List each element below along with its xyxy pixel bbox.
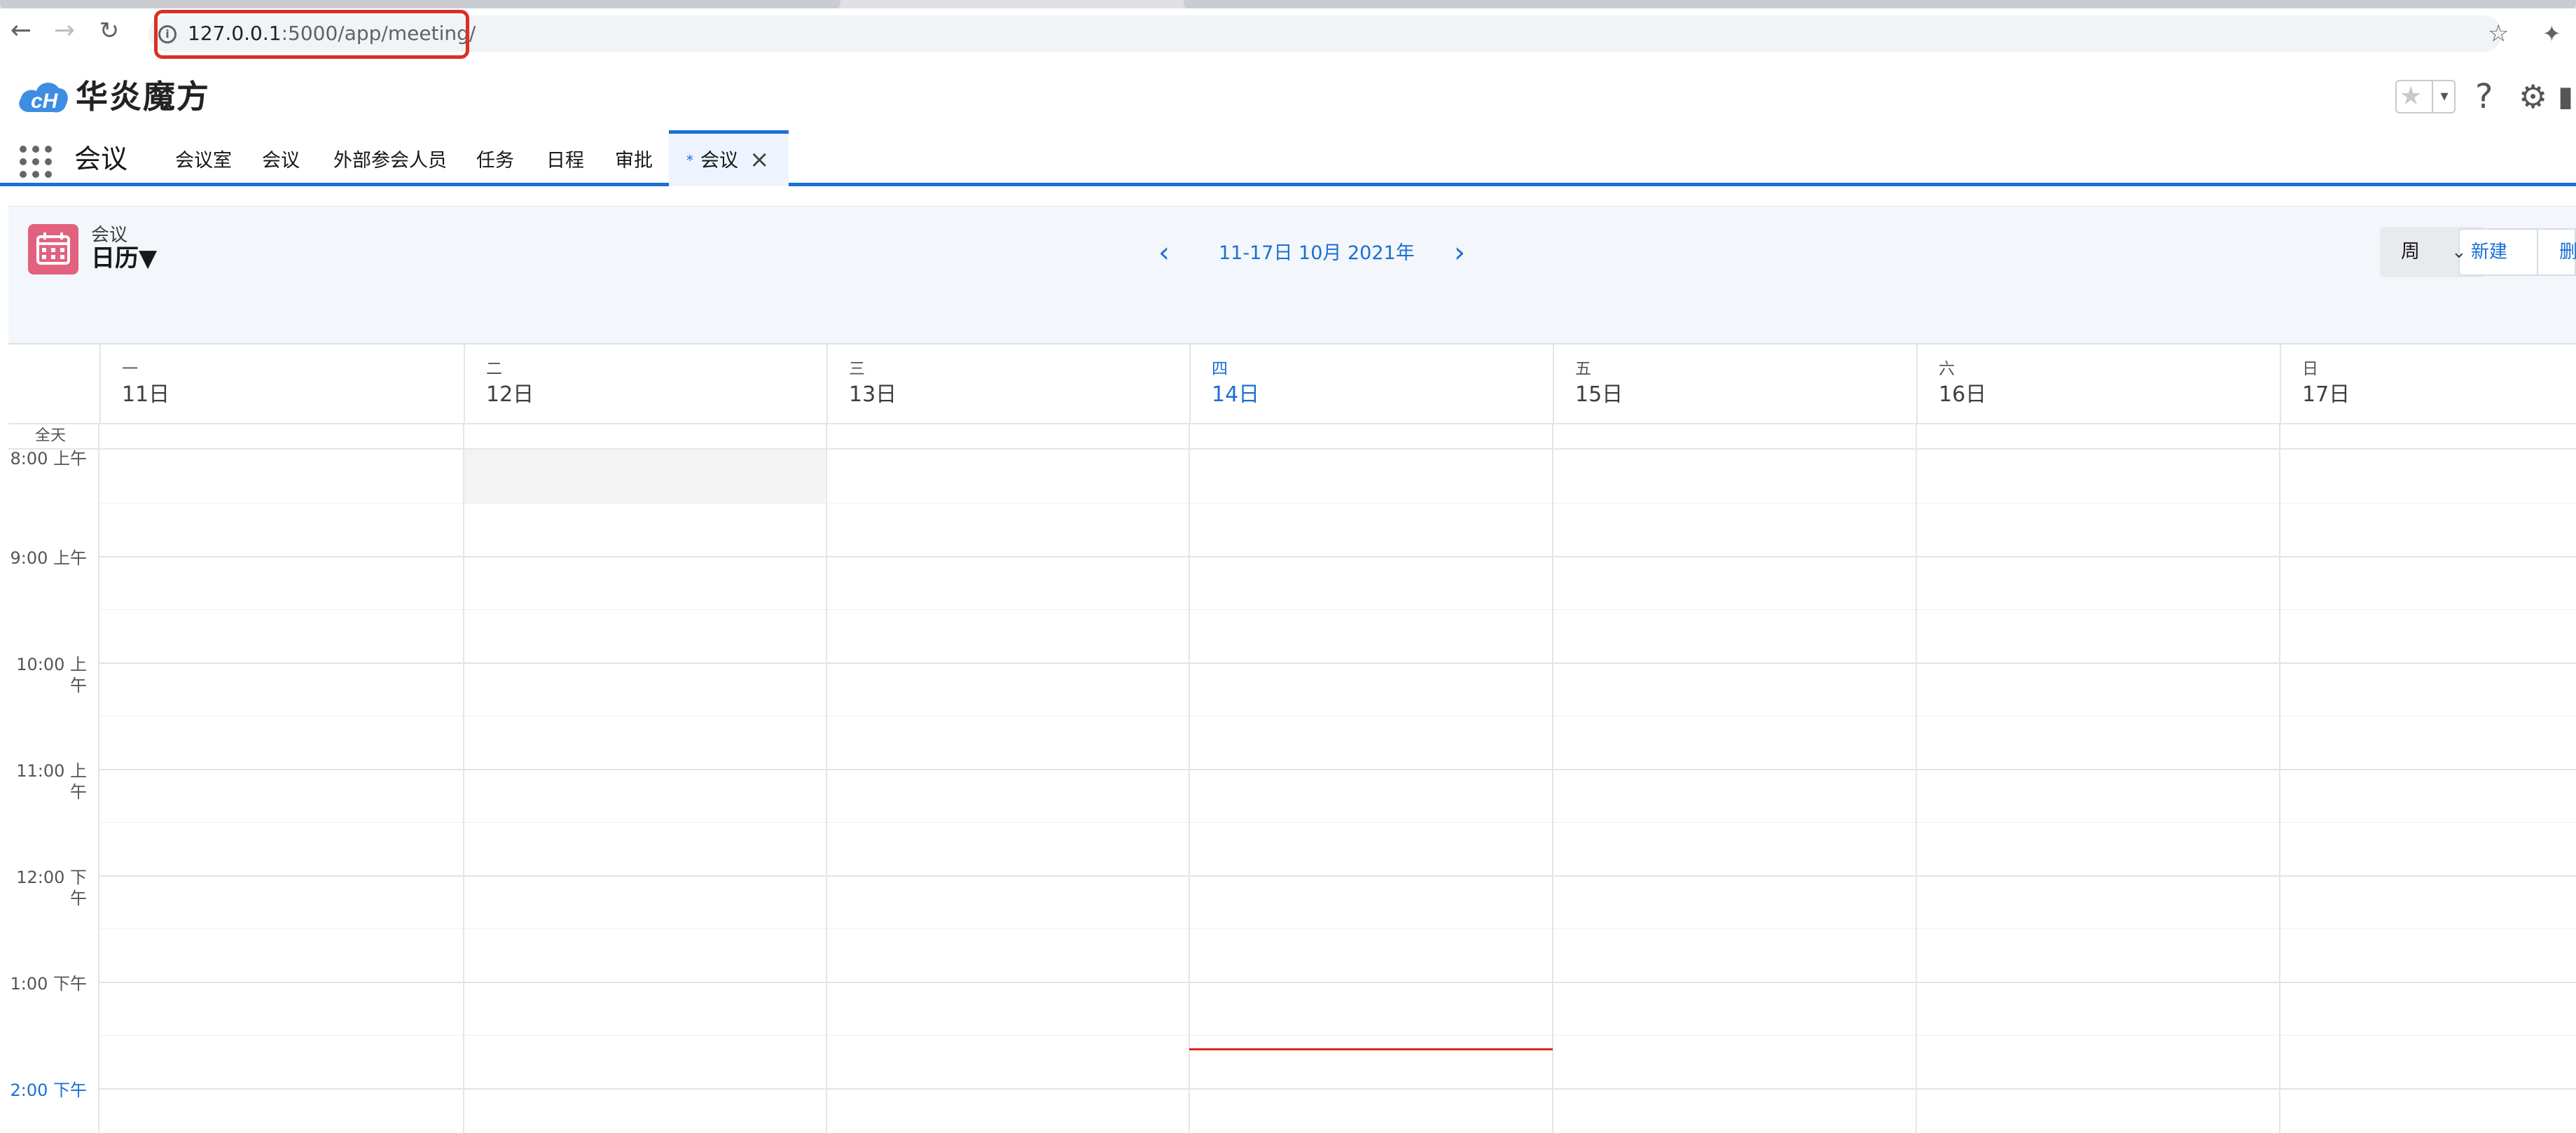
hour-line: [99, 875, 2576, 877]
day-header-fri[interactable]: 五 15日: [1553, 345, 1916, 423]
day-header-thu-today[interactable]: 四 14日: [1189, 345, 1553, 423]
address-bar[interactable]: [148, 15, 2502, 52]
app-header: [0, 62, 2576, 130]
hour-line: [99, 556, 2576, 557]
nav-item-meeting-room[interactable]: 会议室: [175, 147, 232, 175]
time-label: 11:00 上 午: [16, 761, 87, 802]
favorite-star-icon[interactable]: ★: [2400, 81, 2422, 112]
gear-icon[interactable]: ⚙: [2519, 76, 2547, 118]
time-slot-highlight[interactable]: [464, 450, 825, 503]
chevron-left-icon[interactable]: ‹: [1158, 235, 1170, 270]
view-name: 日历: [91, 244, 139, 272]
button-divider: [2537, 228, 2538, 276]
day-date: 14日: [1212, 382, 1260, 407]
all-day-divider: [8, 448, 2576, 450]
day-header-mon[interactable]: 一 11日: [99, 345, 464, 423]
bell-icon[interactable]: ▮: [2558, 78, 2573, 115]
chevron-down-icon[interactable]: ⌄: [2451, 238, 2467, 266]
time-label: 1:00 下午: [10, 974, 87, 994]
hour-line: [99, 982, 2576, 983]
day-header-wed[interactable]: 三 13日: [826, 345, 1189, 423]
chevron-right-icon[interactable]: ›: [1454, 235, 1465, 270]
day-date: 15日: [1575, 382, 1623, 407]
day-date: 11日: [122, 382, 170, 407]
day-date: 16日: [1939, 382, 1987, 407]
current-time-indicator: [1189, 1048, 1553, 1050]
day-of-week: 一: [122, 360, 138, 378]
caret-down-icon: ▼: [139, 244, 158, 272]
day-date: 17日: [2302, 382, 2350, 407]
day-of-week: 四: [1212, 360, 1228, 378]
day-date: 12日: [486, 382, 534, 407]
tab-meeting-label[interactable]: 会议: [700, 147, 738, 175]
time-label: 9:00 上午: [10, 548, 87, 568]
logo-text: 华炎魔方: [76, 78, 210, 116]
delete-button[interactable]: 删除: [2559, 238, 2576, 266]
hour-line: [99, 662, 2576, 664]
column-line: [1552, 423, 1553, 1133]
column-line: [826, 423, 827, 1133]
nav-item-meeting[interactable]: 会议: [262, 147, 300, 175]
day-of-week: 六: [1939, 360, 1955, 378]
time-label: 8:00 上午: [10, 449, 87, 468]
view-switcher[interactable]: 日历▼: [91, 242, 157, 274]
caret-down-icon[interactable]: ▾: [2432, 80, 2456, 113]
column-line: [2279, 423, 2280, 1133]
half-hour-line: [99, 609, 2576, 610]
nav-item-external-attendees[interactable]: 外部参会人员: [333, 147, 447, 175]
half-hour-line: [99, 822, 2576, 823]
column-line: [1916, 423, 1917, 1133]
day-header-tue[interactable]: 二 12日: [464, 345, 826, 423]
tab-indicator-icon: *: [686, 152, 693, 169]
nav-item-schedule[interactable]: 日程: [546, 147, 584, 175]
new-button[interactable]: 新建: [2471, 238, 2507, 266]
hour-line: [99, 769, 2576, 770]
arrow-right-icon[interactable]: →: [50, 17, 78, 45]
arrow-left-icon[interactable]: ←: [7, 17, 35, 45]
column-line: [98, 423, 99, 1133]
app-launcher-icon[interactable]: [20, 146, 52, 178]
help-icon[interactable]: ?: [2475, 76, 2493, 118]
column-line: [463, 423, 464, 1133]
day-of-week: 日: [2302, 360, 2318, 378]
nav-item-approval[interactable]: 审批: [615, 147, 653, 175]
header-divider: [8, 423, 2576, 424]
calendar-header-panel: [8, 206, 2576, 345]
column-line: [1189, 423, 1190, 1133]
half-hour-line: [99, 1035, 2576, 1036]
url-highlight-box: [154, 10, 469, 59]
day-of-week: 三: [849, 360, 865, 378]
bookmark-star-icon[interactable]: ☆: [2488, 20, 2509, 48]
extensions-puzzle-icon[interactable]: ✦: [2542, 20, 2561, 48]
all-day-label: 全天: [35, 427, 67, 445]
day-of-week: 五: [1575, 360, 1591, 378]
app-name: 会议: [74, 144, 128, 174]
day-date: 13日: [849, 382, 897, 407]
day-header-sat[interactable]: 六 16日: [1916, 345, 2280, 423]
hour-line: [99, 1088, 2576, 1090]
nav-item-tasks[interactable]: 任务: [476, 147, 514, 175]
logo-cloud-icon: cH: [19, 83, 68, 113]
time-label: 10:00 上 午: [16, 655, 87, 695]
reload-icon[interactable]: ↻: [95, 17, 123, 45]
date-range-label: 11-17日 10月 2021年: [1219, 242, 1415, 264]
close-icon[interactable]: ×: [749, 144, 770, 175]
time-label: 12:00 下 午: [16, 868, 87, 908]
week-calendar: [8, 345, 2576, 1133]
day-header-sun[interactable]: 日 17日: [2280, 345, 2576, 423]
day-of-week: 二: [486, 360, 502, 378]
time-label-current: 2:00 下午: [10, 1080, 87, 1100]
svg-text:cH: cH: [31, 90, 59, 113]
calendar-icon: [28, 224, 78, 274]
view-mode-value[interactable]: 周: [2401, 238, 2420, 266]
